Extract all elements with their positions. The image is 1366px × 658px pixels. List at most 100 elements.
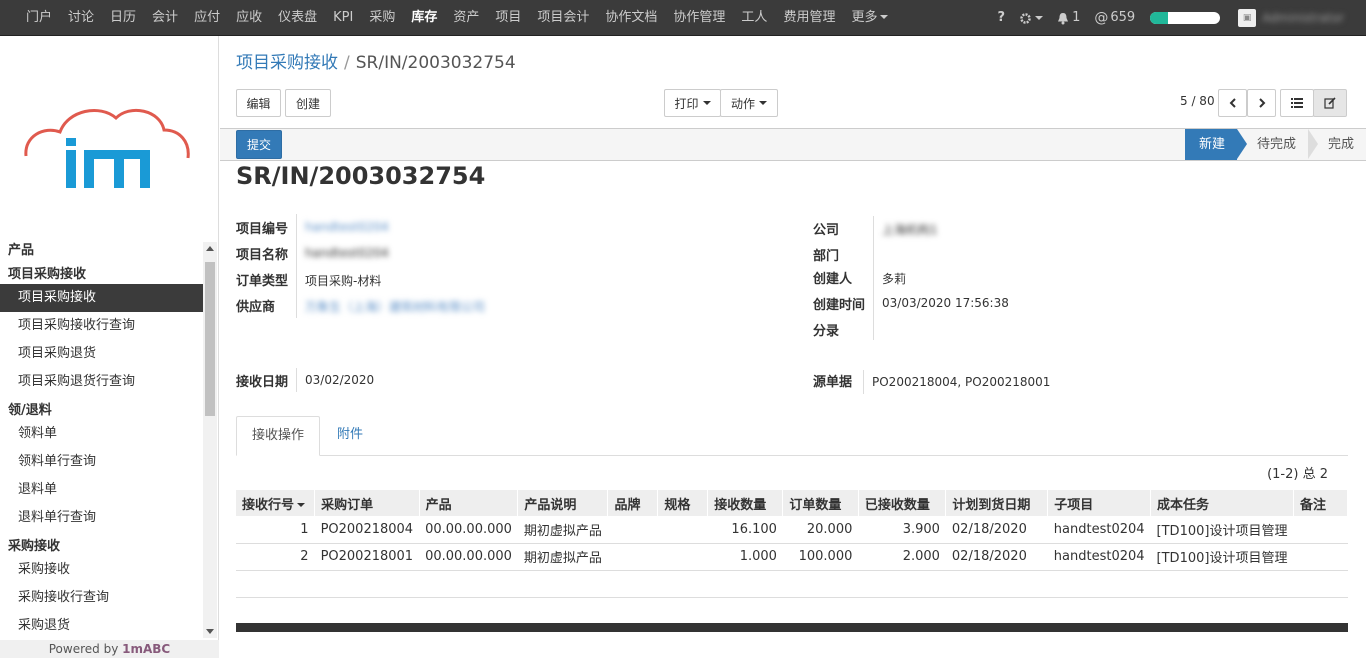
create-label: 创建 [295,96,320,111]
sidebar-item[interactable]: 项目采购退货 [0,340,203,368]
topnav-item[interactable]: 应付 [186,0,228,36]
submit-label: 提交 [246,138,271,152]
gear-icon [1020,12,1031,24]
column-header[interactable]: 接收数量 [707,490,784,516]
topnav-item[interactable]: 应收 [228,0,270,36]
settings-dropdown[interactable] [1012,12,1050,25]
form-view-button[interactable] [1313,89,1347,117]
scrollbar-thumb[interactable] [205,262,215,416]
sidebar-item[interactable]: 退料单 [0,476,203,504]
table-row[interactable]: 2 PO200218001 00.00.00.000 期初虚拟产品 1.000 100.0… [236,543,1348,571]
table-row[interactable]: 1 PO200218004 00.00.00.000 期初虚拟产品 16.100 20.0… [236,516,1348,544]
tab-label: 接收操作 [252,428,305,443]
notebook-tabs: 接收操作 附件 [236,416,1348,456]
topnav-item[interactable]: 资产 [445,0,487,36]
sidebar-item[interactable]: 项目采购接收行查询 [0,312,203,340]
pager-value[interactable]: 5 / 80 [1180,94,1215,108]
breadcrumb: 项目采购接收 / SR/IN/2003032754 [236,48,516,73]
stage-pipeline: 新建 待完成 完成 [1184,129,1366,160]
sidebar-item[interactable]: 项目采购接收 [0,284,203,312]
column-header[interactable]: 采购订单 [314,490,420,516]
receive-lines-table: 接收行号 采购订单 产品 产品说明 品牌 规格 接收数量 订单数量 已接收数量 计划到货日期 子项目… [236,490,1349,571]
pager-next-button[interactable] [1247,89,1276,117]
breadcrumb-parent[interactable]: 项目采购接收 [236,53,338,73]
column-header[interactable]: 备注 [1293,490,1349,516]
divider [296,368,297,392]
sidebar-item[interactable]: 采购接收 [0,556,203,584]
field-label: 分录 [813,324,840,339]
stage-0[interactable]: 新建 [1184,129,1247,160]
topnav-item[interactable]: 项目会计 [529,0,597,36]
topnav-item[interactable]: 讨论 [60,0,102,36]
field-label: 公司 [813,223,840,238]
topnav-item[interactable]: 协作管理 [665,0,733,36]
list-view-button[interactable] [1280,89,1314,117]
topnav-item[interactable]: 会计 [144,0,186,36]
column-header[interactable]: 子项目 [1047,490,1152,516]
topnav-item[interactable]: 采购 [361,0,403,36]
create-button[interactable]: 创建 [285,89,331,117]
notification-button[interactable]: 1 [1050,0,1087,36]
notification-count: 1 [1072,10,1081,25]
list-icon [1291,98,1303,108]
column-header[interactable]: 订单数量 [782,490,859,516]
topnav-item[interactable]: 库存 [403,0,445,36]
scroll-up-icon[interactable] [206,246,214,251]
sidebar-item[interactable]: 领料单 [0,420,203,448]
column-header[interactable]: 品牌 [607,490,659,516]
column-header[interactable]: 产品 [419,490,519,516]
column-header-label: 品牌 [614,497,641,513]
field-label: 部门 [813,249,840,264]
topnav-item[interactable]: 门户 [18,0,60,36]
scroll-down-icon[interactable] [206,629,214,634]
sidebar-section-heading: 项目采购接收 [8,267,87,282]
table-cell [657,543,708,571]
topnav-item[interactable]: 协作文档 [597,0,665,36]
column-header[interactable]: 产品说明 [517,490,609,516]
field-value: 上海机构1 [882,223,938,237]
systray: ? 1 @ 659 ▣ Administrator [991,0,1366,36]
topnav-item[interactable]: KPI [325,0,361,36]
powered-prefix: Powered by [48,642,119,656]
column-header[interactable]: 接收行号 [236,490,316,516]
tab-label: 附件 [337,427,364,442]
topnav-item[interactable]: 日历 [102,0,144,36]
tab-attachments[interactable]: 附件 [322,416,378,456]
user-name[interactable]: Administrator [1262,11,1344,25]
action-dropdown[interactable]: 动作 [720,89,778,117]
topnav-item[interactable]: 项目 [487,0,529,36]
submit-button[interactable]: 提交 [236,130,282,159]
sidebar-item[interactable]: 采购退货 [0,612,203,638]
column-header[interactable]: 成本任务 [1150,490,1294,516]
stage-1[interactable]: 待完成 [1237,129,1319,160]
column-header[interactable]: 已接收数量 [858,490,947,516]
column-header[interactable]: 规格 [657,490,709,516]
edit-button[interactable]: 编辑 [236,89,281,117]
sidebar-scrollbar[interactable] [203,242,217,638]
topnav-item[interactable]: 费用管理 [775,0,843,36]
field-value[interactable]: handtest0204 [305,220,389,234]
table-cell: 100.000 [782,543,859,571]
sidebar-item[interactable]: 退料单行查询 [0,504,203,532]
column-header-label: 采购订单 [321,497,374,513]
breadcrumb-current: SR/IN/2003032754 [355,53,516,73]
topnav-item[interactable]: 仪表盘 [270,0,325,36]
topnav-more-dropdown[interactable]: 更多 [843,0,896,36]
table-cell: handtest0204 [1047,543,1151,571]
table-header: 接收行号 采购订单 产品 产品说明 品牌 规格 接收数量 订单数量 已接收数量 计划到货日期 子项目… [236,490,1349,516]
pager-previous-button[interactable] [1218,89,1247,117]
column-header[interactable]: 计划到货日期 [945,490,1049,516]
sidebar-item[interactable]: 采购接收行查询 [0,584,203,612]
sidebar-item[interactable]: 项目采购退货行查询 [0,368,203,396]
table-cell [607,516,658,544]
sidebar-item[interactable]: 领料单行查询 [0,448,203,476]
print-dropdown[interactable]: 打印 [664,89,721,117]
help-button[interactable]: ? [991,0,1013,36]
mentions-count: 659 [1110,10,1136,25]
field-value[interactable]: 万象生（上海）建筑材料有限公司 [305,298,485,315]
avatar[interactable]: ▣ [1238,9,1257,27]
powered-brand-link[interactable]: 1mABC [122,642,170,656]
topnav-item[interactable]: 工人 [733,0,775,36]
tab-receive-operations[interactable]: 接收操作 [236,416,321,456]
mentions-button[interactable]: @ 659 [1087,0,1142,36]
